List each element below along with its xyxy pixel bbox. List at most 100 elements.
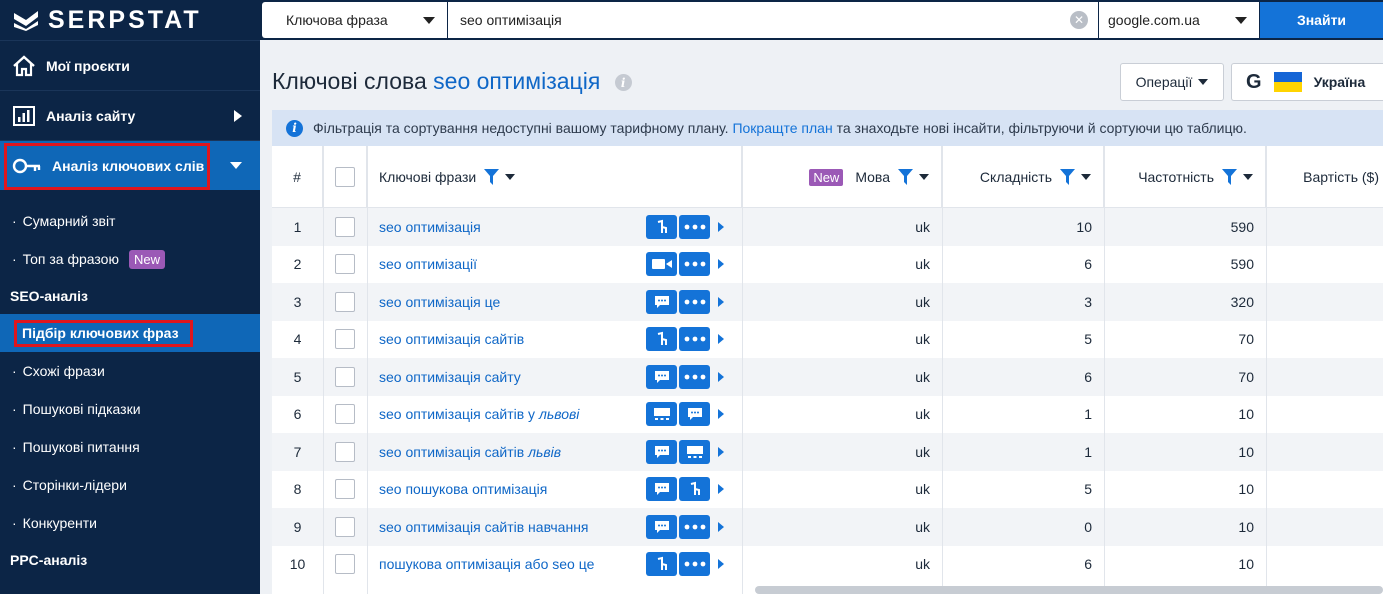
col-cost[interactable]: Вартість ($) (1266, 146, 1383, 208)
sidebar-section-ppc[interactable]: PPC-аналіз (0, 542, 260, 578)
row-checkbox[interactable] (335, 554, 355, 575)
filter-icon[interactable] (484, 169, 500, 185)
navigational-icon[interactable] (679, 477, 710, 502)
table-row: 10 пошукова оптимізація або seo це uk 6 10 (272, 546, 1383, 584)
keyword-link[interactable]: seo оптимізація сайтів у львові (379, 406, 579, 422)
table-row: 4 seo оптимізація сайтів uk 5 70 (272, 321, 1383, 359)
col-keyword-label: Ключові фрази (379, 169, 477, 185)
expand-arrow-icon[interactable] (718, 221, 724, 232)
more-icon[interactable] (679, 514, 710, 539)
keyword-link[interactable]: seo пошукова оптимізація (379, 481, 547, 497)
keyword-link[interactable]: seo оптимізація сайтів (379, 331, 524, 347)
filter-icon[interactable] (898, 169, 913, 185)
col-volume[interactable]: Частотність (1104, 146, 1266, 208)
keyword-link[interactable]: seo оптимізація сайтів навчання (379, 519, 589, 535)
featured-snippet-icon[interactable] (646, 439, 677, 464)
search-type-select[interactable]: Ключова фраза (262, 2, 447, 38)
keyword-link[interactable]: пошукова оптимізація або seo це (379, 556, 594, 572)
keyword-link[interactable]: seo оптимізація (379, 219, 481, 235)
sidebar-item-keyword-analysis[interactable]: Аналіз ключових слів (0, 140, 260, 190)
more-icon[interactable] (679, 552, 710, 577)
sidebar-sub-summary[interactable]: · Сумарний звіт (0, 202, 260, 240)
upgrade-plan-link[interactable]: Покращте план (732, 120, 832, 136)
sidebar-sub-suggestions[interactable]: · Пошукові підказки (0, 390, 260, 428)
row-checkbox[interactable] (335, 479, 355, 500)
expand-arrow-icon[interactable] (718, 371, 724, 382)
expand-arrow-icon[interactable] (718, 296, 724, 307)
video-icon[interactable] (646, 252, 677, 277)
plan-notice: i Фільтрація та сортування недоступні ва… (272, 110, 1383, 146)
ads-icon[interactable] (646, 402, 677, 427)
expand-arrow-icon[interactable] (718, 446, 724, 457)
row-checkbox[interactable] (335, 441, 355, 462)
sidebar-sub-questions[interactable]: · Пошукові питання (0, 428, 260, 466)
sort-icon[interactable] (1081, 174, 1091, 180)
sidebar-sub-top[interactable]: · Топ за фразою New (0, 240, 260, 278)
volume-cell: 10 (1238, 556, 1254, 573)
sort-icon[interactable] (919, 174, 929, 180)
expand-arrow-icon[interactable] (718, 484, 724, 495)
featured-snippet-icon[interactable] (646, 477, 677, 502)
search-query: seo оптимізація (460, 12, 562, 28)
filter-icon[interactable] (1222, 169, 1237, 185)
featured-snippet-icon[interactable] (679, 402, 710, 427)
navigational-icon[interactable] (646, 327, 677, 352)
sidebar-item-projects[interactable]: Мої проєкти (0, 40, 260, 90)
info-icon[interactable]: i (614, 74, 632, 92)
region-select[interactable]: G Україна (1231, 63, 1383, 101)
ads-icon[interactable] (679, 439, 710, 464)
row-checkbox[interactable] (335, 404, 355, 425)
expand-arrow-icon[interactable] (718, 259, 724, 270)
sidebar-sub-keyword-selection[interactable]: Підбір ключових фраз (0, 314, 260, 352)
search-button[interactable]: Знайти (1260, 2, 1383, 38)
col-difficulty[interactable]: Складність (942, 146, 1104, 208)
logo[interactable]: SERPSTAT (0, 0, 260, 40)
difficulty-cell: 0 (1084, 518, 1092, 535)
search-input[interactable]: seo оптимізація ✕ (448, 2, 1098, 38)
row-checkbox[interactable] (335, 366, 355, 387)
lang-cell: uk (915, 331, 930, 348)
featured-snippet-icon[interactable] (646, 289, 677, 314)
navigational-icon[interactable] (646, 214, 677, 239)
more-icon[interactable] (679, 364, 710, 389)
featured-snippet-icon[interactable] (646, 514, 677, 539)
sidebar-sub-competitors[interactable]: · Конкуренти (0, 504, 260, 542)
sort-icon[interactable] (505, 174, 516, 180)
featured-snippet-icon[interactable] (646, 364, 677, 389)
row-checkbox[interactable] (335, 516, 355, 537)
notice-text: та знаходьте нові інсайти, фільтруючи й … (836, 120, 1247, 136)
select-all-checkbox[interactable] (334, 167, 355, 187)
more-icon[interactable] (679, 289, 710, 314)
row-number: 1 (293, 218, 302, 235)
table-row: 5 seo оптимізація сайту uk 6 70 (272, 358, 1383, 396)
more-icon[interactable] (679, 214, 710, 239)
more-icon[interactable] (679, 327, 710, 352)
row-checkbox[interactable] (335, 291, 355, 312)
filter-icon[interactable] (1060, 169, 1075, 185)
clear-icon[interactable]: ✕ (1070, 11, 1088, 29)
expand-arrow-icon[interactable] (718, 559, 724, 570)
operations-button[interactable]: Операції (1120, 63, 1224, 101)
database-select[interactable]: google.com.ua (1099, 2, 1259, 38)
sidebar-sub-leaders[interactable]: · Сторінки-лідери (0, 466, 260, 504)
expand-arrow-icon[interactable] (718, 521, 724, 532)
sort-icon[interactable] (1243, 174, 1253, 180)
col-lang[interactable]: New Мова (742, 146, 942, 208)
keyword-link[interactable]: seo оптимізації (379, 256, 477, 272)
row-checkbox[interactable] (335, 329, 355, 350)
sidebar-item-site-analysis[interactable]: Аналіз сайту (0, 90, 260, 140)
navigational-icon[interactable] (646, 552, 677, 577)
horizontal-scrollbar[interactable] (755, 586, 1383, 594)
expand-arrow-icon[interactable] (718, 334, 724, 345)
row-checkbox[interactable] (335, 254, 355, 275)
col-keyword[interactable]: Ключові фрази (367, 146, 742, 208)
sidebar-sub-similar[interactable]: · Схожі фрази (0, 352, 260, 390)
row-checkbox[interactable] (335, 216, 355, 237)
more-icon[interactable] (679, 252, 710, 277)
keyword-link[interactable]: seo оптимізація це (379, 294, 500, 310)
page-title: Ключові слова seo оптимізація i (272, 68, 632, 95)
keyword-link[interactable]: seo оптимізація сайтів львів (379, 444, 561, 460)
expand-arrow-icon[interactable] (718, 409, 724, 420)
keyword-cell: seo оптимізація (367, 208, 742, 246)
keyword-link[interactable]: seo оптимізація сайту (379, 369, 521, 385)
